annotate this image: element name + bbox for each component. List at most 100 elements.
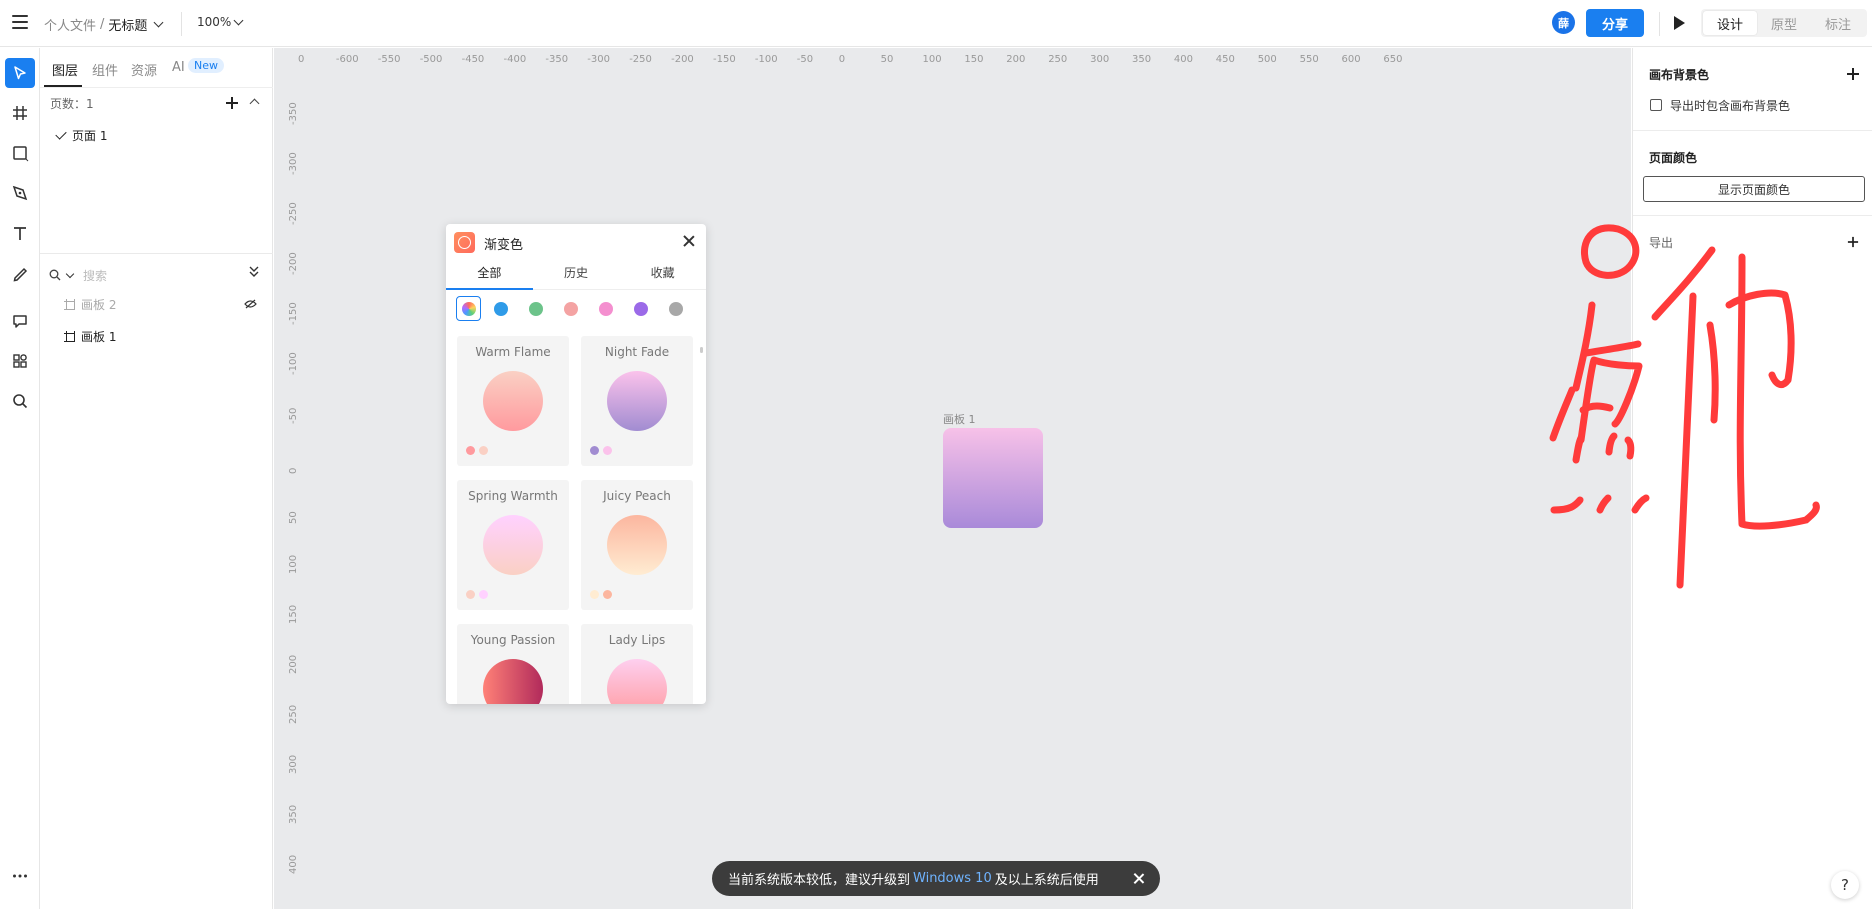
ruler-tick: 400 — [1173, 54, 1193, 65]
gradient-dialog: 渐变色 全部 历史 收藏 Warm Flame Night Fade Spring … — [446, 224, 706, 704]
menu-icon[interactable] — [12, 15, 28, 29]
windows-link[interactable]: Windows 10 — [913, 871, 992, 886]
tab-prototype[interactable]: 原型 — [1757, 11, 1811, 35]
collapse-icon[interactable] — [249, 98, 260, 109]
chevron-down-icon[interactable] — [153, 17, 164, 28]
zoom-dropdown[interactable]: 100% — [197, 15, 244, 29]
horizontal-ruler: 0 -600 -550 -500 -450 -400 -350 -300 -250 -200 -15… — [274, 48, 1631, 70]
close-icon[interactable] — [682, 234, 696, 248]
tab-layers[interactable]: 图层 — [52, 60, 78, 79]
tab-annotate[interactable]: 标注 — [1811, 11, 1865, 35]
tab-components[interactable]: 组件 — [92, 60, 118, 79]
avatar[interactable]: 薛 — [1552, 11, 1575, 34]
ruler-tick: 300 — [1090, 54, 1110, 65]
tab-all[interactable]: 全部 — [446, 260, 533, 290]
artboard[interactable] — [943, 428, 1043, 528]
comment-tool-icon[interactable] — [5, 306, 35, 336]
layer-name: 画板 1 — [81, 330, 117, 344]
share-button[interactable]: 分享 — [1586, 9, 1644, 37]
search-input[interactable]: 搜索 — [83, 267, 107, 284]
swatch-red[interactable] — [561, 299, 580, 318]
ruler-tick: -250 — [629, 54, 652, 65]
rectangle-tool-icon[interactable] — [5, 138, 35, 168]
select-tool-icon[interactable] — [5, 58, 35, 88]
toast-text-after: 及以上系统后使用 — [994, 873, 1099, 888]
ruler-tick: 350 — [288, 804, 299, 824]
tab-assets[interactable]: 资源 — [131, 60, 157, 79]
layer-search[interactable]: 搜索 — [49, 265, 269, 285]
dialog-title: 渐变色 — [484, 238, 524, 253]
ruler-tick: -550 — [377, 54, 401, 65]
collapse-all-icon[interactable] — [249, 266, 259, 278]
ruler-tick: 150 — [964, 54, 984, 65]
plugins-icon[interactable] — [5, 346, 35, 376]
gradient-card[interactable]: Warm Flame — [457, 336, 569, 466]
search-icon[interactable] — [5, 386, 35, 416]
hidden-eye-icon[interactable] — [244, 299, 257, 309]
breadcrumb-folder[interactable]: 个人文件 — [44, 15, 96, 34]
divider — [1633, 215, 1872, 216]
ruler-tick: 600 — [1341, 54, 1361, 65]
color-stop-dot — [479, 446, 488, 455]
play-icon[interactable] — [1674, 16, 1685, 30]
gradient-card[interactable]: Young Passion — [457, 624, 569, 704]
gradient-card[interactable]: Night Fade — [581, 336, 693, 466]
chevron-down-icon[interactable] — [65, 269, 75, 278]
swatch-gray[interactable] — [666, 299, 685, 318]
gradient-stops — [466, 590, 488, 599]
canvas[interactable]: 0 -600 -550 -500 -450 -400 -350 -300 -250 -200 -15… — [274, 48, 1631, 909]
swatch-green[interactable] — [526, 299, 545, 318]
ruler-tick: 300 — [288, 754, 299, 774]
document-title[interactable]: 无标题 — [108, 15, 147, 34]
page-name: 页面 1 — [72, 129, 108, 143]
close-icon[interactable] — [1133, 873, 1144, 884]
text-tool-icon[interactable] — [5, 218, 35, 248]
ruler-tick: -50 — [796, 54, 814, 65]
tab-design[interactable]: 设计 — [1703, 11, 1757, 35]
zoom-level: 100% — [197, 15, 232, 29]
artboard-label[interactable]: 画板 1 — [943, 411, 976, 427]
tab-history[interactable]: 历史 — [533, 260, 620, 289]
tool-strip — [0, 48, 40, 909]
add-page-icon[interactable] — [226, 97, 238, 109]
ruler-tick: 350 — [1132, 54, 1152, 65]
layer-item[interactable]: 画板 2 — [64, 296, 116, 313]
help-button[interactable]: ? — [1831, 871, 1859, 899]
export-bg-checkbox[interactable] — [1650, 99, 1662, 111]
gradient-stops — [590, 590, 612, 599]
gradient-card[interactable]: Spring Warmth — [457, 480, 569, 610]
swatch-purple[interactable] — [631, 299, 650, 318]
more-icon[interactable] — [5, 861, 35, 891]
ruler-tick: -450 — [461, 54, 485, 65]
add-export-icon[interactable] — [1847, 236, 1859, 248]
scrollbar[interactable] — [700, 347, 703, 353]
gradient-card[interactable]: Lady Lips — [581, 624, 693, 704]
tab-favorites[interactable]: 收藏 — [619, 260, 706, 289]
ruler-tick: -350 — [545, 54, 569, 65]
color-stop-dot — [466, 590, 475, 599]
swatch-blue[interactable] — [491, 299, 510, 318]
layer-item[interactable]: 画板 1 — [64, 328, 116, 345]
search-icon — [49, 269, 61, 281]
swatch-all[interactable] — [456, 296, 481, 321]
pen-tool-icon[interactable] — [5, 178, 35, 208]
gradient-name: Night Fade — [604, 345, 670, 359]
frame-tool-icon[interactable] — [5, 98, 35, 128]
pencil-tool-icon[interactable] — [5, 258, 35, 288]
ruler-tick: 50 — [288, 511, 299, 525]
tab-ai[interactable]: AI — [172, 60, 185, 75]
gradient-preview — [607, 659, 667, 704]
show-page-color-button[interactable]: 显示页面颜色 — [1643, 176, 1865, 202]
page-item[interactable]: 页面 1 — [55, 127, 108, 144]
add-canvas-bg-icon[interactable] — [1847, 68, 1859, 80]
ruler-tick: -600 — [335, 54, 359, 65]
gradient-card[interactable]: Juicy Peach — [581, 480, 693, 610]
ruler-tick: 250 — [288, 704, 299, 724]
gradient-name: Young Passion — [470, 633, 556, 647]
breadcrumb: 个人文件 / 无标题 — [44, 15, 164, 34]
vertical-ruler: -350 -300 -250 -200 -150 -100 -50 0 50 100 150 200 2… — [274, 48, 299, 909]
gradient-preview — [607, 371, 667, 431]
ruler-tick: 250 — [1048, 54, 1068, 65]
active-tab-indicator — [44, 85, 82, 87]
swatch-pink[interactable] — [596, 299, 615, 318]
